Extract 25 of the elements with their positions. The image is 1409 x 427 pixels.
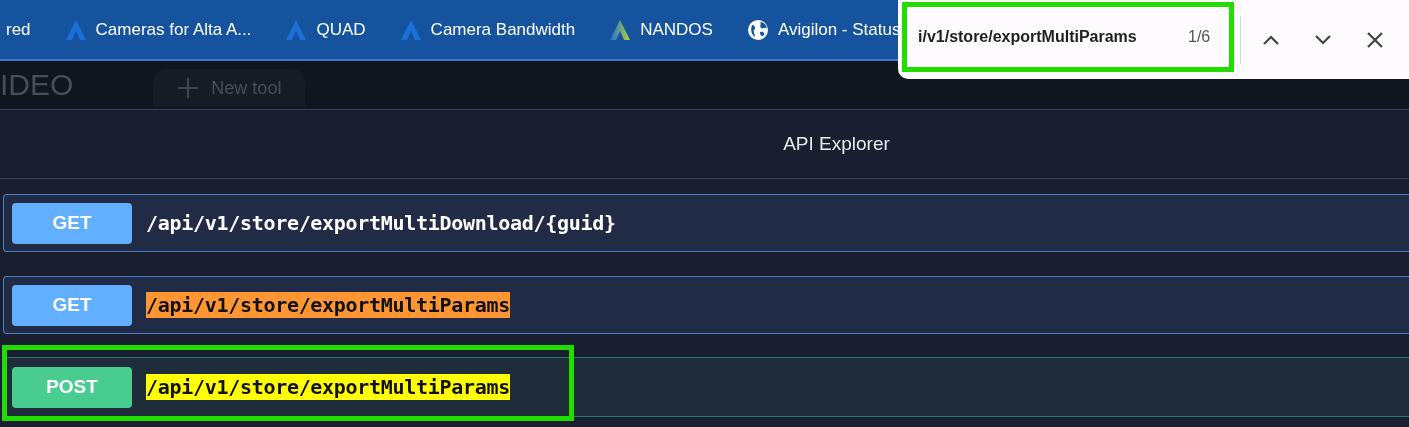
bookmark-link[interactable]: Cameras for Alta A... [95, 19, 252, 40]
endpoint-path: /api/v1/store/exportMultiParams [146, 374, 510, 400]
method-badge: GET [12, 202, 132, 244]
endpoint-row[interactable]: GET /api/v1/store/exportMultiParams [3, 276, 1409, 334]
bookmark-link[interactable]: red [6, 19, 31, 40]
bookmark-link[interactable]: Camera Bandwidth [430, 19, 576, 40]
plus-icon [177, 77, 200, 99]
bookmark-link[interactable]: Avigilon - Status [777, 19, 901, 40]
triangle-logo-icon [399, 18, 422, 41]
bookmark-link[interactable]: NANDOS [640, 19, 713, 40]
method-badge: GET [12, 284, 132, 326]
match-count: 1/6 [1188, 27, 1211, 46]
method-badge: POST [12, 366, 132, 408]
triangle-logo-icon [609, 18, 632, 41]
triangle-logo-icon [64, 18, 87, 41]
panel-title: API Explorer [783, 133, 890, 155]
find-field[interactable]: i/v1/store/exportMultiParams [918, 27, 1168, 46]
endpoint-path: /api/v1/store/exportMultiDownload/{guid} [146, 210, 616, 236]
bookmark-link[interactable]: QUAD [316, 19, 366, 40]
close-icon [1365, 29, 1385, 50]
endpoint-row[interactable]: GET /api/v1/store/exportMultiDownload/{guid} [3, 194, 1409, 252]
endpoint-path: /api/v1/store/exportMultiParams [146, 292, 510, 318]
page-title: IDEO [0, 70, 74, 100]
triangle-logo-icon [285, 18, 308, 41]
globe-icon [746, 18, 769, 41]
